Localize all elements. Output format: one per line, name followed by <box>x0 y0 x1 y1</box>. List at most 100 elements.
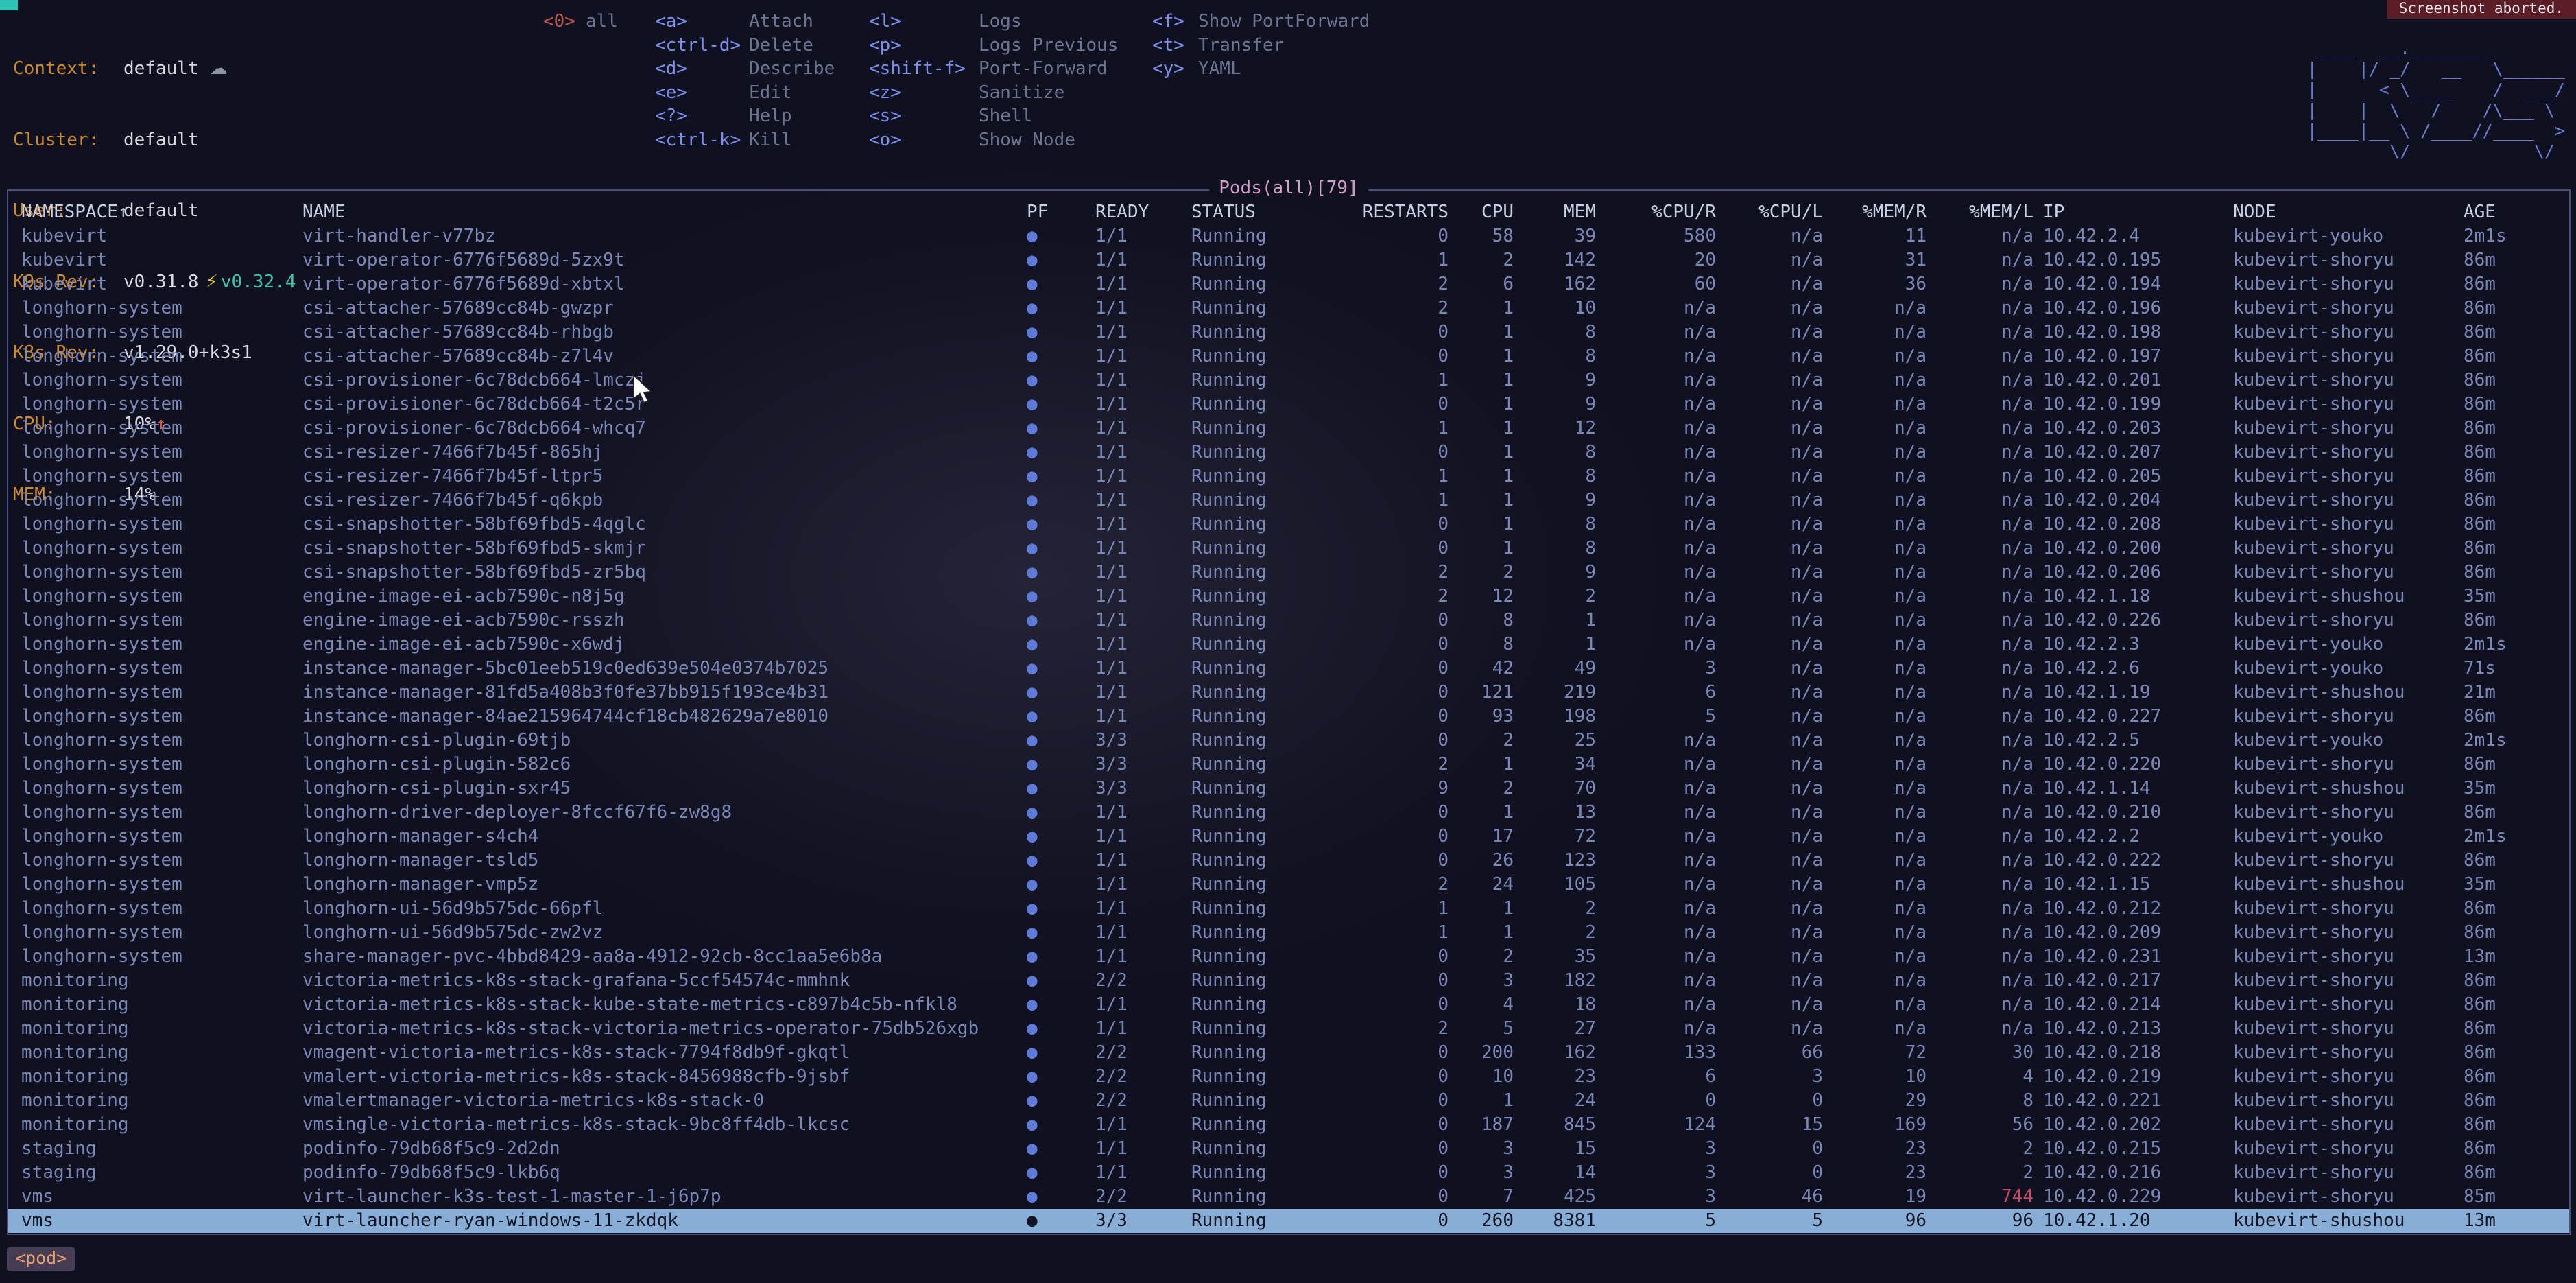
cell-ready: 1/1 <box>1095 561 1191 585</box>
table-row[interactable]: stagingpodinfo-79db68f5c9-lkb6q●1/1Runni… <box>8 1161 2569 1185</box>
table-row[interactable]: stagingpodinfo-79db68f5c9-2d2dn●1/1Runni… <box>8 1137 2569 1161</box>
cell-age: 35m <box>2453 585 2556 609</box>
cell-name: csi-provisioner-6c78dcb664-t2c5r <box>302 392 1027 416</box>
cell-age: 86m <box>2453 489 2556 513</box>
table-row[interactable]: longhorn-systeminstance-manager-84ae2159… <box>8 705 2569 729</box>
table-row[interactable]: longhorn-systemlonghorn-csi-plugin-582c6… <box>8 753 2569 777</box>
menu-item-show-node[interactable]: <o>Show Node <box>869 128 1152 152</box>
breadcrumb-pod[interactable]: <pod> <box>7 1247 75 1271</box>
cell-mem: 35 <box>1514 945 1596 969</box>
cell-pf: ● <box>1027 1041 1095 1065</box>
cell-restarts: 0 <box>1359 224 1448 248</box>
menu-item-all[interactable]: <0>all <box>543 10 655 34</box>
cell-age: 2m1s <box>2453 224 2556 248</box>
table-row[interactable]: longhorn-systemshare-manager-pvc-4bbd842… <box>8 945 2569 969</box>
table-row[interactable]: longhorn-systemcsi-provisioner-6c78dcb66… <box>8 416 2569 440</box>
table-row[interactable]: longhorn-systemlonghorn-ui-56d9b575dc-zw… <box>8 921 2569 945</box>
cell-cpur: n/a <box>1596 921 1716 945</box>
menu-item-edit[interactable]: <e>Edit <box>655 81 869 105</box>
cell-ready: 2/2 <box>1095 1185 1191 1209</box>
cell-namespace: longhorn-system <box>21 753 302 777</box>
table-row[interactable]: kubevirtvirt-operator-6776f5689d-xbtxl●1… <box>8 272 2569 296</box>
table-row[interactable]: longhorn-systemlonghorn-manager-vmp5z●1/… <box>8 873 2569 897</box>
table-row[interactable]: longhorn-systemlonghorn-driver-deployer-… <box>8 801 2569 825</box>
cell-age: 13m <box>2453 945 2556 969</box>
table-row[interactable]: longhorn-systemengine-image-ei-acb7590c-… <box>8 609 2569 633</box>
menu-item-transfer[interactable]: <t>Transfer <box>1152 34 1370 58</box>
menu-item-logs[interactable]: <l>Logs <box>869 10 1152 34</box>
cell-memr: n/a <box>1823 320 1927 344</box>
table-row[interactable]: longhorn-systemcsi-snapshotter-58bf69fbd… <box>8 513 2569 537</box>
cell-memr: 10 <box>1823 1065 1927 1089</box>
cell-cpul: n/a <box>1716 513 1823 537</box>
table-row[interactable]: longhorn-systemcsi-resizer-7466f7b45f-86… <box>8 440 2569 464</box>
table-row[interactable]: longhorn-systemcsi-attacher-57689cc84b-r… <box>8 320 2569 344</box>
cell-node: kubevirt-shoryu <box>2223 1017 2453 1041</box>
menu-item-port-forward[interactable]: <shift-f>Port-Forward <box>869 57 1152 81</box>
table-row[interactable]: longhorn-systemlonghorn-csi-plugin-sxr45… <box>8 777 2569 801</box>
table-row[interactable]: monitoringvmagent-victoria-metrics-k8s-s… <box>8 1041 2569 1065</box>
table-row[interactable]: monitoringvmalert-victoria-metrics-k8s-s… <box>8 1065 2569 1089</box>
cell-name: engine-image-ei-acb7590c-x6wdj <box>302 633 1027 657</box>
cell-namespace: monitoring <box>21 1041 302 1065</box>
cell-node: kubevirt-shushou <box>2223 681 2453 705</box>
cell-meml: n/a <box>1927 609 2034 633</box>
cell-status: Running <box>1191 897 1359 921</box>
cell-cpul: n/a <box>1716 753 1823 777</box>
cell-meml: 4 <box>1927 1065 2034 1089</box>
table-row-selected[interactable]: vmsvirt-launcher-ryan-windows-11-zkdqk●3… <box>8 1209 2569 1233</box>
table-row[interactable]: longhorn-systemengine-image-ei-acb7590c-… <box>8 585 2569 609</box>
table-row[interactable]: longhorn-systemlonghorn-manager-s4ch4●1/… <box>8 825 2569 849</box>
table-row[interactable]: longhorn-systemlonghorn-ui-56d9b575dc-66… <box>8 897 2569 921</box>
cell-pf: ● <box>1027 753 1095 777</box>
menu-item-help[interactable]: <?>Help <box>655 104 869 128</box>
cell-namespace: longhorn-system <box>21 777 302 801</box>
cell-age: 86m <box>2453 609 2556 633</box>
table-row[interactable]: longhorn-systemlonghorn-manager-tsld5●1/… <box>8 849 2569 873</box>
table-row[interactable]: monitoringvictoria-metrics-k8s-stack-gra… <box>8 969 2569 993</box>
cell-namespace: staging <box>21 1137 302 1161</box>
table-row[interactable]: longhorn-systemcsi-provisioner-6c78dcb66… <box>8 368 2569 392</box>
table-row[interactable]: longhorn-systemcsi-snapshotter-58bf69fbd… <box>8 561 2569 585</box>
table-row[interactable]: monitoringvictoria-metrics-k8s-stack-vic… <box>8 1017 2569 1041</box>
cell-status: Running <box>1191 561 1359 585</box>
table-row[interactable]: longhorn-systemcsi-resizer-7466f7b45f-q6… <box>8 489 2569 513</box>
table-row[interactable]: longhorn-systeminstance-manager-5bc01eeb… <box>8 657 2569 681</box>
menu-item-kill[interactable]: <ctrl-k>Kill <box>655 128 869 152</box>
table-row[interactable]: longhorn-systemcsi-attacher-57689cc84b-z… <box>8 344 2569 368</box>
cell-age: 86m <box>2453 272 2556 296</box>
cell-pf: ● <box>1027 657 1095 681</box>
cell-memr: 11 <box>1823 224 1927 248</box>
cell-meml: n/a <box>1927 561 2034 585</box>
table-row[interactable]: longhorn-systemcsi-attacher-57689cc84b-g… <box>8 296 2569 320</box>
menu-item-shell[interactable]: <s>Shell <box>869 104 1152 128</box>
table-row[interactable]: monitoringvictoria-metrics-k8s-stack-kub… <box>8 993 2569 1017</box>
menu-item-describe[interactable]: <d>Describe <box>655 57 869 81</box>
menu-description: Delete <box>749 35 813 56</box>
table-row[interactable]: longhorn-systemcsi-snapshotter-58bf69fbd… <box>8 537 2569 561</box>
table-row[interactable]: longhorn-systemengine-image-ei-acb7590c-… <box>8 633 2569 657</box>
cell-pf: ● <box>1027 705 1095 729</box>
menu-item-logs-previous[interactable]: <p>Logs Previous <box>869 34 1152 58</box>
table-row[interactable]: kubevirtvirt-operator-6776f5689d-5zx9t●1… <box>8 248 2569 272</box>
menu-item-sanitize[interactable]: <z>Sanitize <box>869 81 1152 105</box>
table-row[interactable]: longhorn-systemlonghorn-csi-plugin-69tjb… <box>8 729 2569 753</box>
table-row[interactable]: monitoringvmsingle-victoria-metrics-k8s-… <box>8 1113 2569 1137</box>
table-row[interactable]: longhorn-systeminstance-manager-81fd5a40… <box>8 681 2569 705</box>
table-row[interactable]: vmsvirt-launcher-k3s-test-1-master-1-j6p… <box>8 1185 2569 1209</box>
cell-status: Running <box>1191 464 1359 489</box>
cell-pf: ● <box>1027 849 1095 873</box>
table-row[interactable]: longhorn-systemcsi-resizer-7466f7b45f-lt… <box>8 464 2569 489</box>
menu-item-yaml[interactable]: <y>YAML <box>1152 57 1370 81</box>
cell-status: Running <box>1191 320 1359 344</box>
menu-item-attach[interactable]: <a>Attach <box>655 10 869 34</box>
table-row[interactable]: kubevirtvirt-handler-v77bz●1/1Running058… <box>8 224 2569 248</box>
table-row[interactable]: monitoringvmalertmanager-victoria-metric… <box>8 1089 2569 1113</box>
menu-item-delete[interactable]: <ctrl-d>Delete <box>655 34 869 58</box>
cell-pf: ● <box>1027 1137 1095 1161</box>
cell-status: Running <box>1191 753 1359 777</box>
cell-pf: ● <box>1027 609 1095 633</box>
cell-namespace: monitoring <box>21 969 302 993</box>
table-row[interactable]: longhorn-systemcsi-provisioner-6c78dcb66… <box>8 392 2569 416</box>
menu-item-show-portforward[interactable]: <f>Show PortForward <box>1152 10 1370 34</box>
